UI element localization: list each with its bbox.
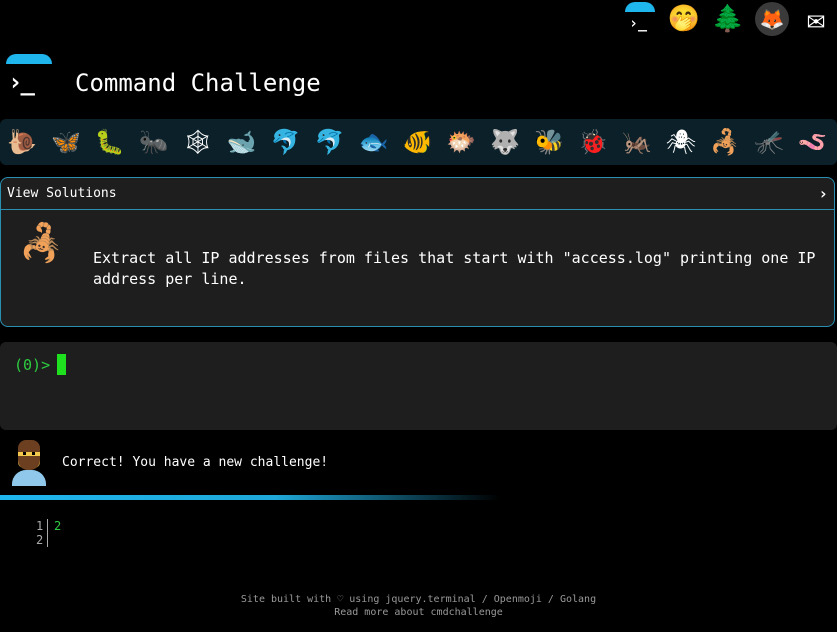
whale-icon[interactable]: 🐋 — [224, 124, 260, 160]
gitlab-icon[interactable]: 🦊 — [755, 2, 789, 36]
line-number: 2 — [36, 533, 44, 547]
view-solutions-label: View Solutions — [7, 186, 117, 201]
tree-icon[interactable]: 🌲 — [711, 2, 745, 36]
view-solutions-toggle[interactable]: View Solutions › — [1, 178, 834, 210]
page-title: Command Challenge — [75, 69, 321, 97]
fly-icon[interactable]: 🦟 — [751, 124, 787, 160]
output-line: 2 — [54, 519, 62, 533]
avatar-eyes — [23, 452, 35, 455]
caterpillar-icon[interactable]: 🐛 — [92, 124, 128, 160]
terminal-icon-cap — [625, 2, 655, 12]
line-numbers: 1 2 — [36, 519, 48, 547]
bearded-person-avatar-icon — [10, 440, 48, 486]
terminal-input-area[interactable]: (0)> — [0, 342, 837, 430]
logo-cap — [6, 54, 52, 64]
face-hand-over-mouth-icon[interactable]: 🤭 — [667, 2, 701, 36]
dolphin-icon[interactable]: 🐬 — [268, 124, 304, 160]
cricket-icon[interactable]: 🦗 — [619, 124, 655, 160]
read-more-link[interactable]: Read more about cmdchallenge — [334, 607, 503, 618]
ant-icon[interactable]: 🐜 — [136, 124, 172, 160]
mail-icon[interactable]: ✉ — [799, 2, 833, 37]
challenge-animal-strip: 🐌 🦋 🐛 🐜 🕸 🐋 🐬 🐬 🐟 🐠 🐡 🐺 🐝 🐞 🦗 🕷 🦂 🦟 🪱 — [0, 119, 837, 165]
output-lines: 2 — [48, 519, 61, 547]
dolphin-gray-icon[interactable]: 🐬 — [312, 124, 348, 160]
challenge-panel: View Solutions › 🦂 Extract all IP addres… — [0, 177, 835, 327]
feedback-message: Correct! You have a new challenge! — [62, 455, 329, 470]
footer-credits: Site built with ♡ using jquery.terminal … — [240, 594, 597, 605]
avatar-body — [12, 470, 46, 486]
avatar-beard — [18, 456, 40, 470]
butterfly-icon[interactable]: 🦋 — [48, 124, 84, 160]
tropical-fish-icon[interactable]: 🐠 — [399, 124, 435, 160]
ladybug-icon[interactable]: 🐞 — [575, 124, 611, 160]
spider-web-icon[interactable]: 🕸 — [180, 124, 216, 160]
challenge-description: Extract all IP addresses from files that… — [93, 249, 816, 288]
terminal-icon-glyph: ›_ — [629, 14, 648, 32]
challenge-scorpion-icon: 🦂 — [19, 223, 64, 264]
terminal-icon[interactable]: ›_ — [623, 2, 657, 36]
top-icon-bar: ›_ 🤭 🌲 🦊 ✉ — [623, 2, 833, 37]
avatar-hair — [18, 440, 40, 452]
wolf-icon[interactable]: 🐺 — [487, 124, 523, 160]
footer: Site built with ♡ using jquery.terminal … — [0, 593, 837, 619]
fish-icon[interactable]: 🐟 — [356, 124, 392, 160]
logo-glyph: ›_ — [8, 68, 35, 96]
command-output: 1 2 2 — [36, 519, 61, 547]
worm-icon[interactable]: 🪱 — [795, 124, 831, 160]
scorpion-icon[interactable]: 🦂 — [707, 124, 743, 160]
site-logo-icon[interactable]: ›_ — [6, 54, 52, 100]
spider-icon[interactable]: 🕷 — [663, 124, 699, 160]
bee-icon[interactable]: 🐝 — [531, 124, 567, 160]
line-number: 1 — [36, 519, 44, 533]
terminal-prompt: (0)> — [14, 356, 51, 374]
progress-bar — [0, 495, 500, 500]
snail-icon[interactable]: 🐌 — [4, 124, 40, 160]
chevron-right-icon: › — [818, 184, 828, 203]
terminal-cursor — [57, 354, 66, 375]
blowfish-icon[interactable]: 🐡 — [443, 124, 479, 160]
